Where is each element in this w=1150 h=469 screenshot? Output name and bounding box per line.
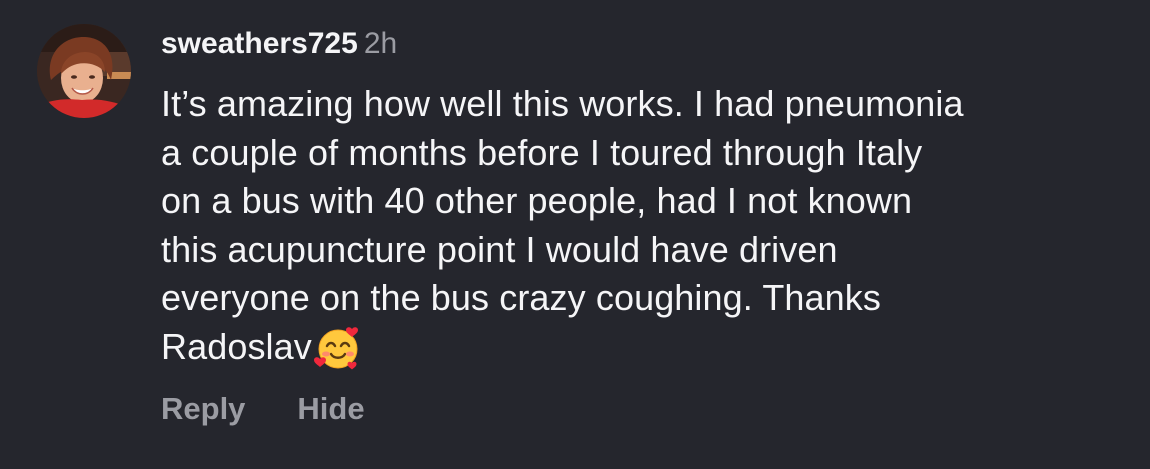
comment-text-line: It’s amazing how well this works. I had … xyxy=(161,83,964,124)
comment-text-line: Radoslav xyxy=(161,325,312,367)
timestamp: 2h xyxy=(363,27,398,60)
comment-text: It’s amazing how well this works. I had … xyxy=(161,80,1121,371)
reply-button[interactable]: Reply xyxy=(161,390,245,428)
comment-actions: Reply Hide xyxy=(161,390,365,428)
hide-button[interactable]: Hide xyxy=(297,390,364,428)
comment-text-line-last: Radoslav xyxy=(161,323,1121,372)
comment-text-line: on a bus with 40 other people, had I not… xyxy=(161,180,913,221)
comment-item: sweathers725 2h It’s amazing how well thi… xyxy=(0,0,1150,469)
comment-text-line: a couple of months before I toured throu… xyxy=(161,131,923,173)
comment-text-line: everyone on the bus crazy coughing. Than… xyxy=(161,277,881,318)
comment-text-line: this acupuncture point I would have driv… xyxy=(161,228,838,270)
avatar[interactable] xyxy=(37,24,131,118)
smiling-face-with-hearts-icon xyxy=(312,325,362,371)
user-profile-photo xyxy=(37,24,131,118)
comment-header: sweathers725 2h xyxy=(161,26,397,62)
username-link[interactable]: sweathers725 xyxy=(161,27,358,60)
